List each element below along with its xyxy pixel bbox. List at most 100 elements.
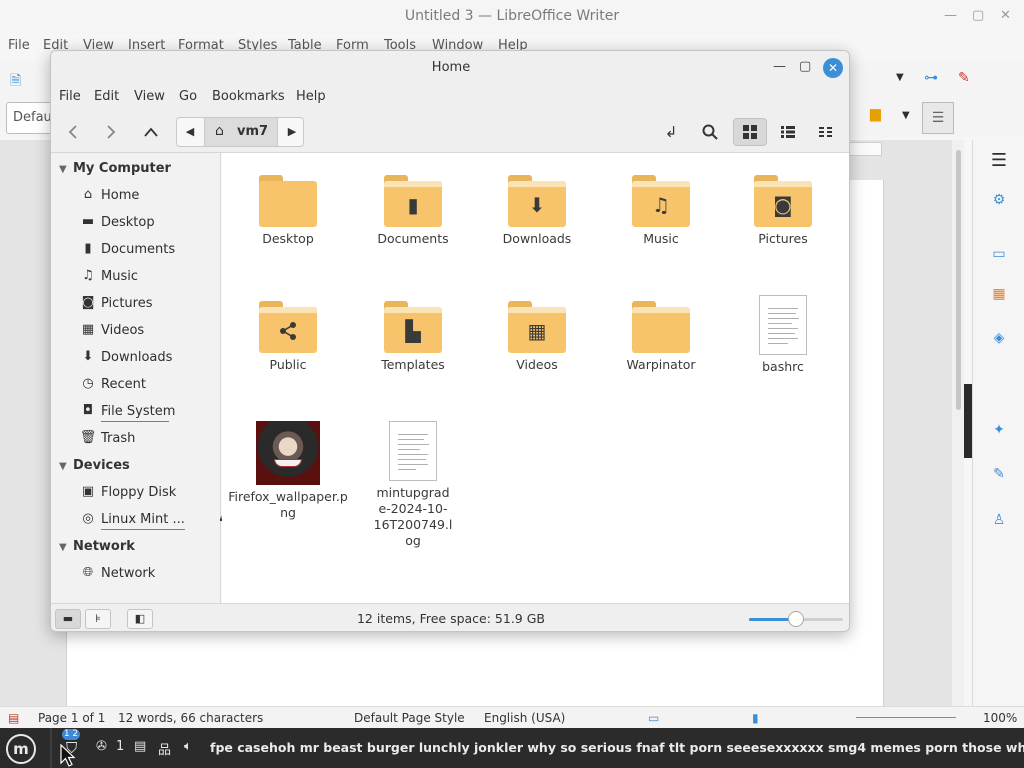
fm-menu-bookmarks[interactable]: Bookmarks [212,89,285,104]
notes-icon[interactable]: ▤ [134,739,146,754]
fm-menu-help[interactable]: Help [296,89,326,104]
sidebar-section-devices[interactable]: ▼ Devices [59,458,130,473]
design-icon[interactable]: ♙ [973,512,1024,528]
highlight-color-icon[interactable]: ▆ [870,106,881,122]
list-view-button[interactable] [773,118,803,146]
folder-icon [259,175,317,227]
file-item-desktop[interactable]: Desktop [226,175,350,247]
fm-close-icon[interactable]: ✕ [823,58,843,78]
navigator-icon[interactable]: ◈ [973,330,1024,346]
fm-titlebar[interactable]: Home — ▢ ✕ [51,51,849,85]
manage-changes-icon[interactable]: ✎ [973,466,1024,482]
book-view-icon[interactable]: ▮ [752,711,759,725]
file-view[interactable]: Desktop ▮ Documents ⬇ Downloads ♫ Music … [222,153,849,603]
mint-menu-icon[interactable]: m [6,734,36,764]
status-word-count[interactable]: 12 words, 66 characters [118,711,263,725]
zoom-slider-knob[interactable] [788,611,804,627]
writer-close-icon[interactable]: ✕ [1000,8,1011,23]
status-page-style[interactable]: Default Page Style [354,711,465,725]
save-status-icon: ▤ [8,711,20,725]
sidebar-item-recent[interactable]: ◷ Recent [79,375,219,397]
breadcrumb-home-button[interactable]: ⌂ vm7 [204,118,278,146]
file-label: bashrc [762,359,804,374]
folder-icon [632,301,690,353]
writer-menu-file[interactable]: File [8,38,30,53]
forward-button[interactable] [97,119,125,145]
download-arrow-icon: ⬇ [82,349,94,364]
zoom-slider[interactable] [856,717,956,718]
network-icon[interactable]: 品 [158,739,171,758]
file-item-bashrc[interactable]: bashrc [721,295,845,375]
trash-icon: 🗑︎ [79,430,97,445]
sidebar-item-desktop[interactable]: ▬ Desktop [79,213,219,235]
single-page-view-icon[interactable]: ▭ [648,711,659,725]
file-item-documents[interactable]: ▮ Documents [351,175,475,247]
sidebar-item-label: Network [101,566,156,581]
zoom-slider[interactable] [749,611,843,627]
bug-icon[interactable]: ✇ [96,739,107,754]
file-item-public[interactable]: Public [226,301,350,373]
page-icon[interactable]: ▭ [973,246,1024,262]
sidebar-item-downloads[interactable]: ⬇ Downloads [79,348,219,370]
new-document-icon[interactable]: 🗎 [10,70,21,94]
sidebar-item-linux-mint-disc[interactable]: ◎Linux Mint ...⏏ [79,510,229,532]
file-item-warpinator[interactable]: Warpinator [599,301,723,373]
hyperlink-icon[interactable]: ⊶ [924,70,938,86]
search-button[interactable] [695,118,725,146]
sidebar-item-network[interactable]: 🌐︎ Network [79,564,219,586]
sidebar-item-music[interactable]: ♫ Music [79,267,219,289]
properties-icon[interactable]: ⚙ [973,192,1024,208]
writer-minimize-icon[interactable]: — [944,8,957,23]
sidebar-collapse-handle[interactable] [964,384,972,458]
writer-scrollbar-thumb[interactable] [956,150,961,410]
styles-icon[interactable]: ✦ [973,422,1024,438]
breadcrumb-right-icon[interactable]: ▶ [279,118,303,146]
file-item-firefox-wallpaper[interactable]: Firefox_wallpaper.png [226,421,350,521]
sidebar-item-home[interactable]: ⌂ Home [79,186,219,208]
sidebar-item-file-system[interactable]: ◘ File System [79,402,219,424]
gallery-icon[interactable]: ▦ [973,286,1024,302]
track-changes-icon[interactable]: ✎ [958,70,970,86]
writer-maximize-icon[interactable]: ▢ [972,8,984,23]
window-count[interactable]: 1 [116,739,124,754]
file-item-downloads[interactable]: ⬇ Downloads [475,175,599,247]
file-item-mintupgrade-log[interactable]: mintupgrade-2024-10-16T200749.log [351,421,475,549]
file-label: Music [643,231,679,246]
fm-maximize-icon[interactable]: ▢ [799,59,811,74]
file-item-templates[interactable]: ▙ Templates [351,301,475,373]
file-manager-window: Home — ▢ ✕ File Edit View Go Bookmarks H… [50,50,850,632]
up-button[interactable] [137,119,165,145]
paragraph-style-combobox[interactable]: Defau [6,102,54,134]
fm-minimize-icon[interactable]: — [773,59,786,74]
fm-menu-view[interactable]: View [134,89,165,104]
highlight-dropdown-icon[interactable]: ▼ [902,110,910,121]
sidebar-item-floppy-disk[interactable]: ▣ Floppy Disk [79,483,219,505]
file-item-music[interactable]: ♫ Music [599,175,723,247]
paragraph-dialog-icon[interactable]: ☰ [922,102,954,134]
sidebar-section-network[interactable]: ▼ Network [59,539,135,554]
status-language[interactable]: English (USA) [484,711,565,725]
sidebar-item-videos[interactable]: ▦ Videos [79,321,219,343]
chevron-left-icon [68,125,77,139]
fm-menu-file[interactable]: File [59,89,81,104]
fm-menu-go[interactable]: Go [179,89,197,104]
status-page[interactable]: Page 1 of 1 [38,711,105,725]
file-item-videos[interactable]: ▦ Videos [475,301,599,373]
sidebar-item-label: Videos [101,323,145,338]
sidebar-section-my-computer[interactable]: ▼ My Computer [59,161,171,176]
back-button[interactable] [59,119,87,145]
compact-view-button[interactable] [811,118,841,146]
fm-menu-edit[interactable]: Edit [94,89,119,104]
icon-view-button[interactable] [733,118,767,146]
toolbar-dropdown-icon[interactable]: ▼ [896,72,904,83]
breadcrumb-left-icon[interactable]: ◀ [177,118,203,146]
sidebar-menu-icon[interactable]: ☰ [973,150,1024,171]
volume-icon[interactable]: 🔈︎ [184,739,192,754]
status-zoom[interactable]: 100% [983,711,1017,725]
sidebar-item-trash[interactable]: 🗑︎ Trash [79,429,219,451]
section-title: Devices [73,458,130,473]
sidebar-item-documents[interactable]: ▮ Documents [79,240,219,262]
toggle-location-button[interactable]: ↲ [656,118,686,146]
sidebar-item-pictures[interactable]: ◙ Pictures [79,294,219,316]
file-item-pictures[interactable]: ◙ Pictures [721,175,845,247]
